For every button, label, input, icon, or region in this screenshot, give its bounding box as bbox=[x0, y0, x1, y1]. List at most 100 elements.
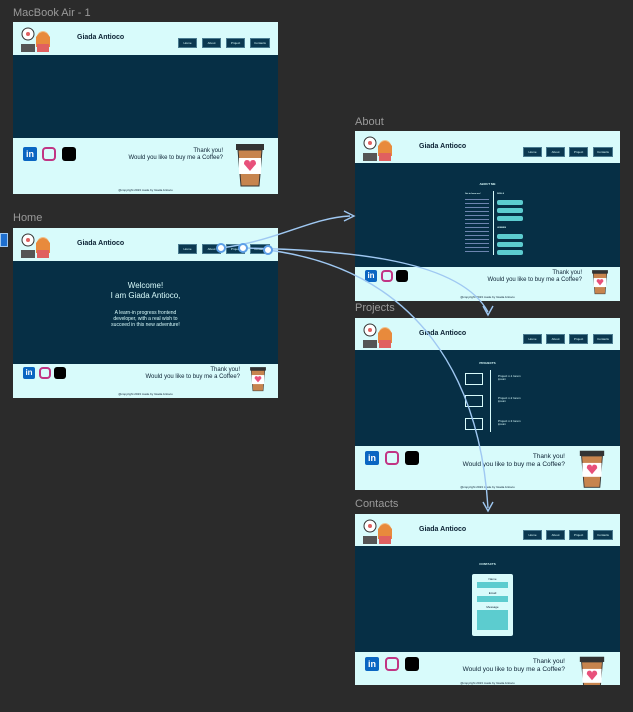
monitor-icon[interactable] bbox=[465, 418, 483, 430]
connector-handle[interactable] bbox=[263, 245, 273, 255]
connector-handle[interactable] bbox=[216, 243, 226, 253]
github-icon[interactable] bbox=[396, 270, 408, 282]
instagram-icon[interactable] bbox=[42, 147, 56, 161]
nav-about-button[interactable]: About bbox=[546, 147, 565, 157]
project-label[interactable]: Project n.2 lorem ipsum bbox=[498, 397, 522, 403]
about-intro-heading: Get to know me! bbox=[465, 193, 481, 195]
projects-divider bbox=[490, 370, 491, 432]
site-footer: in Thank you! Would you like to buy me a… bbox=[355, 652, 620, 685]
frame-label-projects[interactable]: Projects bbox=[355, 302, 395, 314]
instagram-icon[interactable] bbox=[385, 657, 399, 671]
site-footer: in Thank you! Would you like to buy me a… bbox=[355, 446, 620, 490]
welcome-heading: Welcome! I am Giada Antioco, bbox=[13, 281, 278, 301]
nav-project-button[interactable]: Project bbox=[226, 38, 245, 48]
nav-home-button[interactable]: Home bbox=[523, 530, 542, 540]
developer-avatar-icon bbox=[363, 519, 392, 544]
frame-label-about[interactable]: About bbox=[355, 116, 384, 128]
prototype-start-flag-icon[interactable] bbox=[0, 233, 8, 247]
about-section-title: ABOUT ME bbox=[479, 182, 496, 186]
site-footer: in Thank you! Would you like to buy me a… bbox=[355, 267, 620, 301]
hobbies-label: HOBBIES bbox=[497, 227, 507, 229]
arrowhead-icon bbox=[343, 210, 356, 222]
nav-about-button[interactable]: About bbox=[546, 530, 565, 540]
hobby-pill bbox=[497, 250, 523, 255]
frame-projects[interactable]: Giada Antioco Home About Project Contact… bbox=[355, 318, 620, 490]
intro-paragraph: A learn-in progress frontend developer, … bbox=[13, 310, 278, 328]
nav-about-button[interactable]: About bbox=[546, 334, 565, 344]
skill-pill bbox=[497, 200, 523, 205]
coffee-cup-icon[interactable] bbox=[232, 142, 268, 188]
monitor-icon[interactable] bbox=[465, 395, 483, 407]
site-title: Giada Antioco bbox=[419, 330, 467, 337]
frame-label-contacts[interactable]: Contacts bbox=[355, 498, 398, 510]
nav-contacts-button[interactable]: Contacts bbox=[593, 530, 613, 540]
intro-line-3: succeed in this new adventure! bbox=[111, 322, 180, 328]
site-title: Giada Antioco bbox=[77, 34, 125, 41]
thanks-line-2: Would you like to buy me a Coffee? bbox=[128, 155, 224, 162]
nav-project-button[interactable]: Project bbox=[569, 334, 588, 344]
arrowhead-icon bbox=[482, 305, 494, 317]
site-header: Giada Antioco Home About Project Contact… bbox=[355, 131, 620, 163]
coffee-cup-icon[interactable] bbox=[247, 366, 269, 392]
thanks-line-1: Thank you! bbox=[532, 658, 565, 665]
developer-avatar-icon bbox=[363, 136, 392, 161]
thanks-text: Thank you! Would you like to buy me a Co… bbox=[463, 658, 565, 674]
github-icon[interactable] bbox=[405, 657, 419, 671]
connector-handle[interactable] bbox=[238, 243, 248, 253]
nav-home-button[interactable]: Home bbox=[178, 244, 197, 254]
hobby-pill bbox=[497, 242, 523, 247]
linkedin-icon[interactable]: in bbox=[365, 657, 379, 671]
hobby-pill bbox=[497, 234, 523, 239]
nav-home-button[interactable]: Home bbox=[523, 334, 542, 344]
nav-contacts-button[interactable]: Contacts bbox=[250, 38, 270, 48]
welcome-line-2: I am Giada Antioco, bbox=[110, 291, 181, 300]
nav-home-button[interactable]: Home bbox=[523, 147, 542, 157]
coffee-cup-icon[interactable] bbox=[575, 449, 609, 489]
welcome-line-1: Welcome! bbox=[127, 281, 164, 290]
site-footer: in Thank you! Would you like to buy me a… bbox=[13, 364, 278, 398]
projects-section-title: PROJECTS bbox=[479, 361, 496, 365]
coffee-cup-icon[interactable] bbox=[589, 269, 611, 295]
copyright-text: @copyright 2023 made by Giada Antioco bbox=[460, 295, 515, 299]
project-label[interactable]: Project n.1 lorem ipsum bbox=[498, 375, 522, 381]
name-label: Name bbox=[488, 577, 497, 581]
site-header: Giada Antioco Home About Project Contact… bbox=[13, 22, 278, 55]
thanks-line-2: Would you like to buy me a Coffee? bbox=[462, 665, 565, 673]
thanks-line-1: Thank you! bbox=[193, 148, 223, 154]
frame-about[interactable]: Giada Antioco Home About Project Contact… bbox=[355, 131, 620, 301]
message-field[interactable] bbox=[477, 610, 508, 630]
name-field[interactable] bbox=[477, 582, 508, 588]
instagram-icon[interactable] bbox=[39, 367, 51, 379]
nav-about-button[interactable]: About bbox=[202, 38, 221, 48]
developer-avatar-icon bbox=[21, 27, 50, 52]
frame-home[interactable]: Giada Antioco Home About Project Contact… bbox=[13, 228, 278, 398]
thanks-text: Thank you! Would you like to buy me a Co… bbox=[488, 270, 583, 284]
frame-macbook[interactable]: Giada Antioco Home About Project Contact… bbox=[13, 22, 278, 194]
instagram-icon[interactable] bbox=[385, 451, 399, 465]
skill-pill bbox=[497, 208, 523, 213]
copyright-text: @copyright 2023 made by Giada Antioco bbox=[118, 188, 173, 192]
github-icon[interactable] bbox=[405, 451, 419, 465]
linkedin-icon[interactable]: in bbox=[365, 451, 379, 465]
instagram-icon[interactable] bbox=[381, 270, 393, 282]
about-paragraph bbox=[465, 199, 489, 255]
github-icon[interactable] bbox=[54, 367, 66, 379]
linkedin-icon[interactable]: in bbox=[23, 367, 35, 379]
site-title: Giada Antioco bbox=[77, 240, 125, 247]
email-field[interactable] bbox=[477, 596, 508, 602]
linkedin-icon[interactable]: in bbox=[23, 147, 37, 161]
nav-project-button[interactable]: Project bbox=[569, 530, 588, 540]
linkedin-icon[interactable]: in bbox=[365, 270, 377, 282]
frame-label-home[interactable]: Home bbox=[13, 212, 42, 224]
nav-contacts-button[interactable]: Contacts bbox=[593, 334, 613, 344]
nav-home-button[interactable]: Home bbox=[178, 38, 197, 48]
project-label[interactable]: Project n.3 lorem ipsum bbox=[498, 420, 522, 426]
thanks-line-2: Would you like to buy me a Coffee? bbox=[145, 374, 241, 381]
github-icon[interactable] bbox=[62, 147, 76, 161]
thanks-text: Thank you! Would you like to buy me a Co… bbox=[463, 453, 565, 469]
frame-label-macbook[interactable]: MacBook Air - 1 bbox=[13, 7, 91, 19]
nav-contacts-button[interactable]: Contacts bbox=[593, 147, 613, 157]
nav-project-button[interactable]: Project bbox=[569, 147, 588, 157]
frame-contacts[interactable]: Giada Antioco Home About Project Contact… bbox=[355, 514, 620, 685]
monitor-icon[interactable] bbox=[465, 373, 483, 385]
